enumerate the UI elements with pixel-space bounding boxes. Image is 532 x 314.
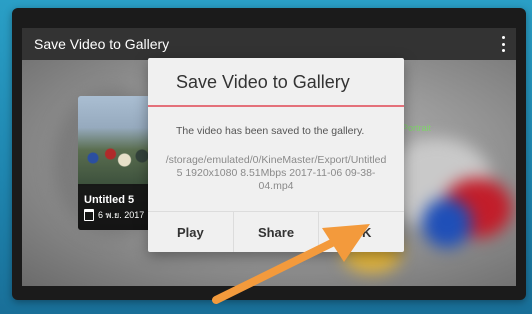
project-date: 6 พ.ย. 2017 bbox=[98, 210, 145, 220]
project-title: Untitled 5 bbox=[84, 194, 135, 206]
app-bar-title: Save Video to Gallery bbox=[34, 36, 170, 52]
arrow-annotation-icon bbox=[212, 224, 370, 304]
dialog-message: The video has been saved to the gallery. bbox=[176, 125, 365, 137]
arrow-shaft bbox=[212, 234, 346, 304]
dialog-divider bbox=[148, 105, 404, 107]
project-date-row: 6 พ.ย. 2017 bbox=[84, 208, 144, 222]
dialog-title: Save Video to Gallery bbox=[176, 72, 350, 92]
dialog-file-path: /storage/emulated/0/KineMaster/Export/Un… bbox=[165, 154, 387, 192]
background-label: Portrait bbox=[402, 123, 432, 133]
more-vert-icon[interactable] bbox=[500, 36, 506, 52]
app-bar: Save Video to Gallery bbox=[22, 28, 516, 60]
calendar-icon bbox=[84, 209, 94, 221]
